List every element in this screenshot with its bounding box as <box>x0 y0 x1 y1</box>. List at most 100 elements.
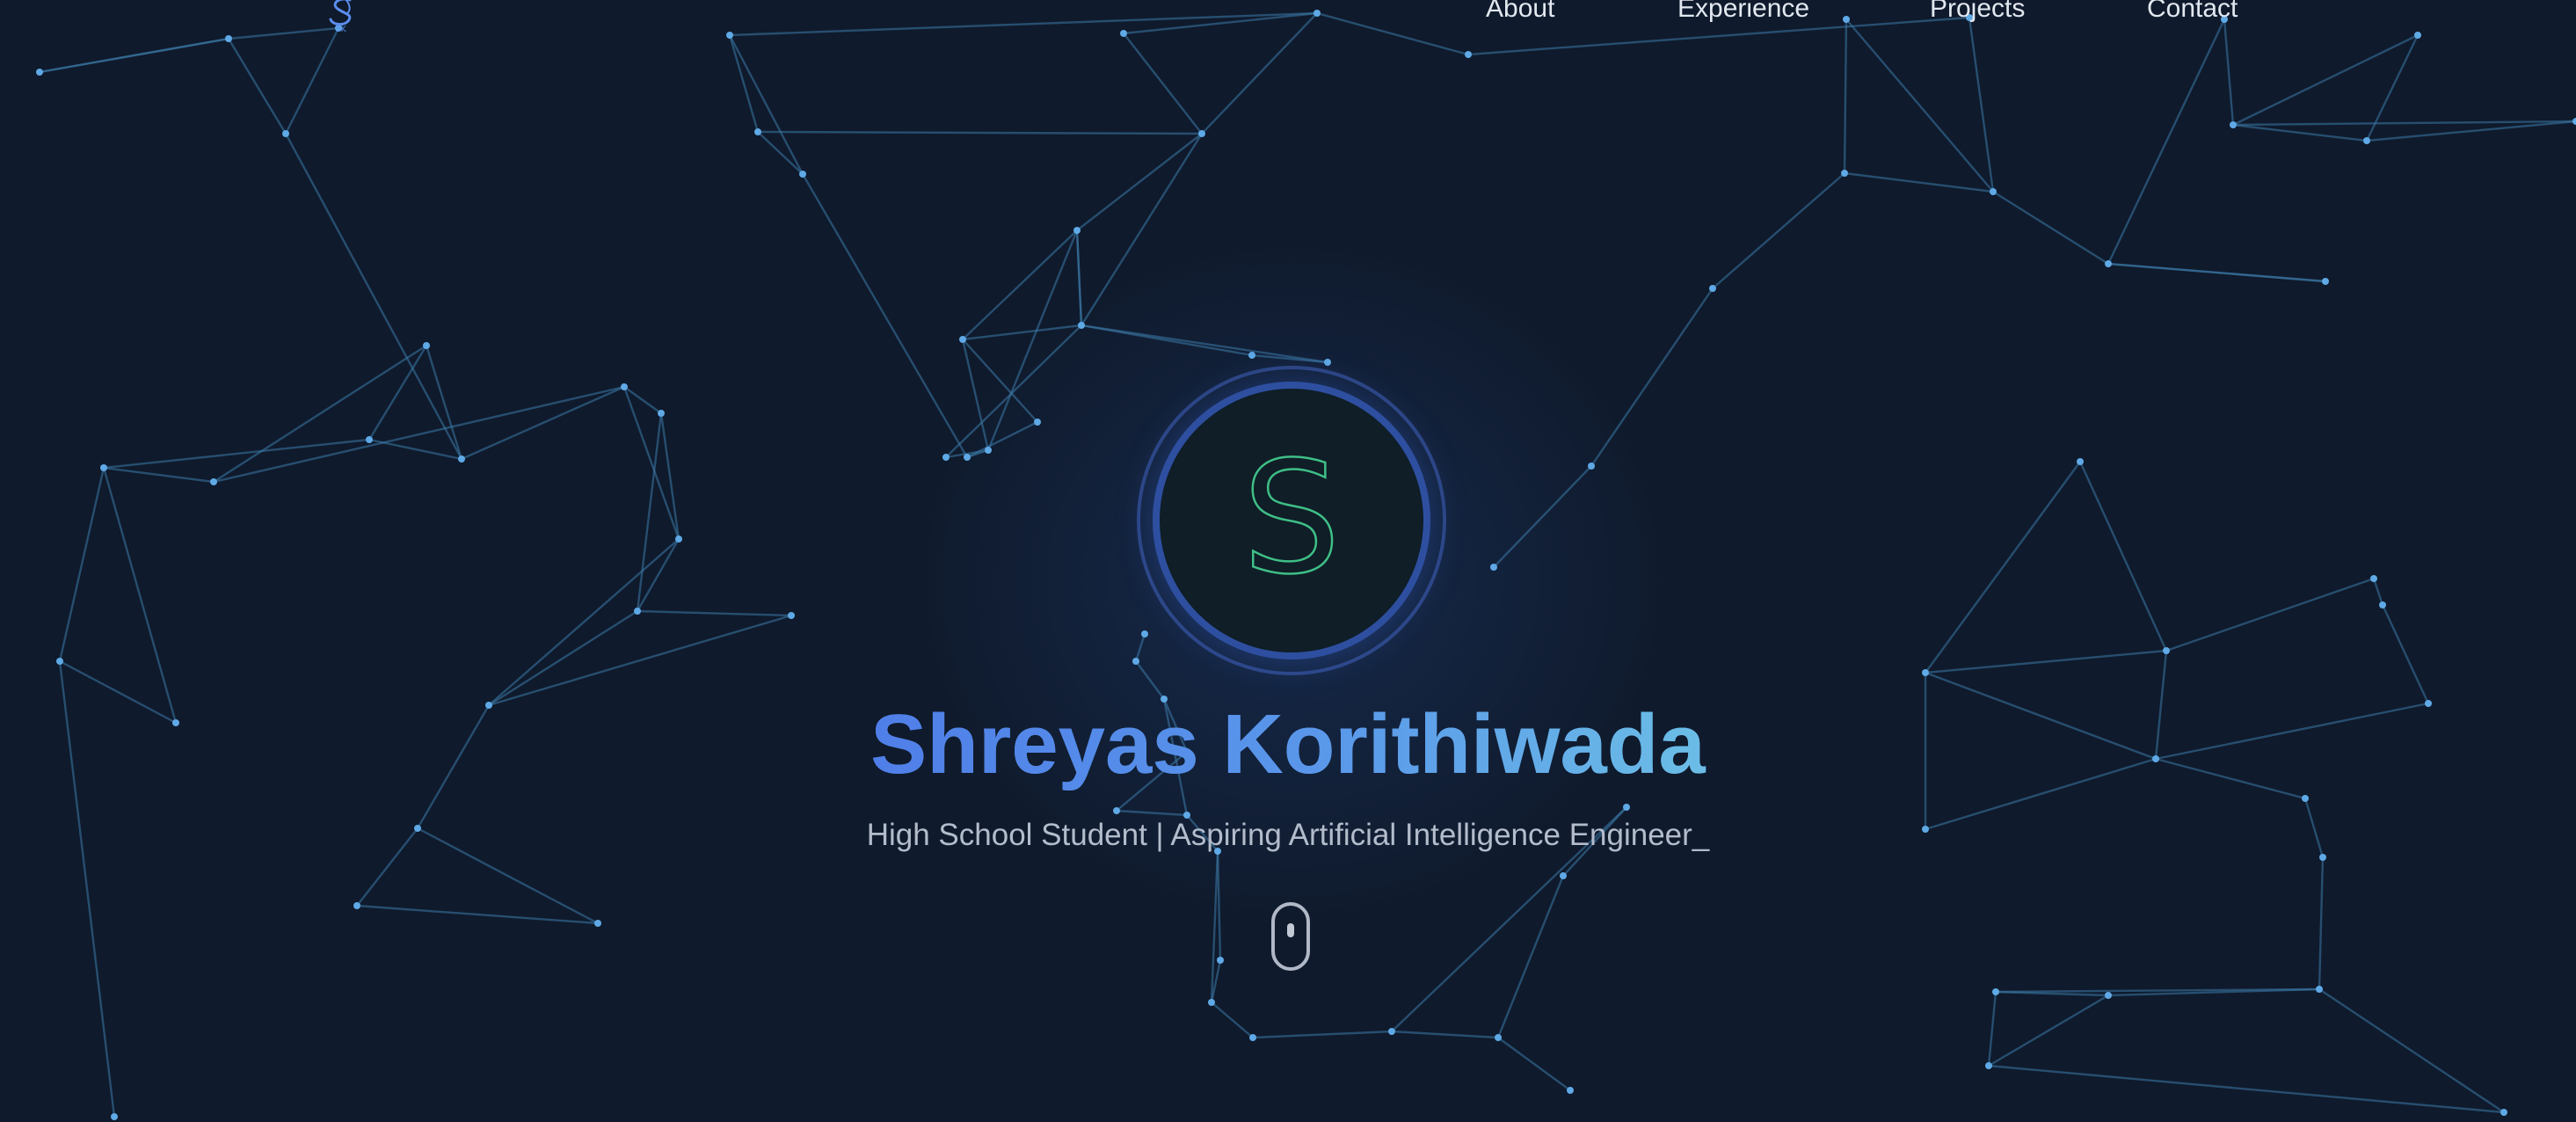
network-link <box>2318 988 2505 1113</box>
network-node <box>1324 359 1331 366</box>
network-node <box>754 128 761 135</box>
network-node <box>2302 795 2309 802</box>
nav-link-contact[interactable]: Contact <box>2147 0 2238 26</box>
network-node <box>1113 807 1120 814</box>
network-node <box>1490 564 1497 571</box>
network-link <box>1316 11 1469 56</box>
network-node <box>1843 16 1850 23</box>
network-link <box>1988 1064 2505 1114</box>
nav-link-projects[interactable]: Projects <box>1930 0 2025 26</box>
network-link <box>1925 649 2167 674</box>
network-node <box>111 1113 118 1120</box>
mouse-scroll-icon[interactable] <box>1271 902 1310 971</box>
network-link <box>1988 994 2109 1067</box>
nav-link-about[interactable]: About <box>1486 0 1554 26</box>
network-link <box>757 130 1203 135</box>
network-link <box>1968 17 1995 193</box>
network-node <box>56 658 63 665</box>
network-node <box>1249 1034 1256 1041</box>
network-link <box>945 324 1082 458</box>
network-link <box>1135 660 1165 700</box>
network-node <box>2316 986 2323 993</box>
network-node <box>1623 804 1630 811</box>
network-link <box>2232 33 2419 127</box>
network-node <box>1132 658 1139 665</box>
network-node <box>1078 322 1085 329</box>
network-link <box>637 609 792 617</box>
network-link <box>1391 1030 1499 1039</box>
sk-logo-icon[interactable]: SK <box>324 0 360 33</box>
network-link <box>103 466 215 484</box>
network-node <box>1248 352 1255 359</box>
network-node <box>100 464 107 471</box>
network-link <box>2232 120 2576 127</box>
network-link <box>2232 123 2368 142</box>
nav-link-experience[interactable]: Experience <box>1677 0 1809 26</box>
network-link <box>1493 465 1592 568</box>
network-node <box>1073 227 1081 234</box>
network-node <box>985 447 992 454</box>
network-node <box>2105 260 2112 267</box>
avatar-initial: S <box>1241 428 1342 608</box>
scroll-wheel-dot <box>1287 923 1294 937</box>
network-node <box>959 336 966 343</box>
network-node <box>2105 992 2112 999</box>
network-link <box>1080 133 1204 326</box>
network-node <box>2163 647 2170 654</box>
avatar-ring: S <box>1137 366 1446 675</box>
network-node <box>634 608 641 615</box>
svg-text:SK: SK <box>336 26 347 33</box>
network-link <box>1844 171 1994 193</box>
network-link <box>1590 288 1714 467</box>
network-link <box>102 467 178 724</box>
network-link <box>284 133 463 460</box>
network-link <box>728 34 760 133</box>
network-node <box>788 612 795 619</box>
network-node <box>2379 601 2386 608</box>
network-node <box>1465 51 1472 58</box>
network-node <box>2077 458 2084 465</box>
network-link <box>1845 18 1994 193</box>
network-node <box>1567 1087 1574 1094</box>
hero-tagline: High School Student | Aspiring Artificia… <box>866 818 1710 852</box>
network-link <box>2318 856 2325 990</box>
network-link <box>228 26 339 40</box>
network-node <box>1922 669 1929 676</box>
network-node <box>1495 1034 1502 1041</box>
network-node <box>726 32 733 39</box>
network-node <box>621 383 628 390</box>
network-link <box>103 438 370 470</box>
network-link <box>367 345 428 441</box>
network-link <box>622 386 680 540</box>
network-link <box>1134 633 1146 662</box>
network-link <box>729 11 1318 37</box>
network-node <box>1985 1062 1992 1069</box>
network-link <box>2372 578 2384 606</box>
network-node <box>1313 10 1321 17</box>
network-node <box>353 902 360 909</box>
network-node <box>594 920 601 927</box>
network-node <box>1588 463 1595 470</box>
network-link <box>961 339 990 451</box>
network-link <box>636 412 663 612</box>
network-link <box>2078 461 2168 652</box>
network-link <box>284 27 340 135</box>
network-node <box>964 454 971 461</box>
network-link <box>2366 120 2576 142</box>
network-node <box>458 455 465 463</box>
network-link <box>1216 850 1222 961</box>
network-node <box>1034 419 1041 426</box>
page-title: Shreyas Korithiwada <box>0 696 2576 793</box>
network-node <box>2414 32 2421 39</box>
network-link <box>962 230 1078 340</box>
network-link <box>801 173 969 458</box>
network-link <box>728 34 804 175</box>
hero-name: Shreyas Korithiwada <box>870 697 1706 791</box>
network-node <box>1217 957 1224 964</box>
network-node <box>1120 30 1127 37</box>
network-link <box>1075 230 1083 326</box>
network-link <box>757 131 804 175</box>
network-link <box>2107 262 2326 283</box>
network-node <box>423 342 430 349</box>
network-link <box>213 385 625 484</box>
